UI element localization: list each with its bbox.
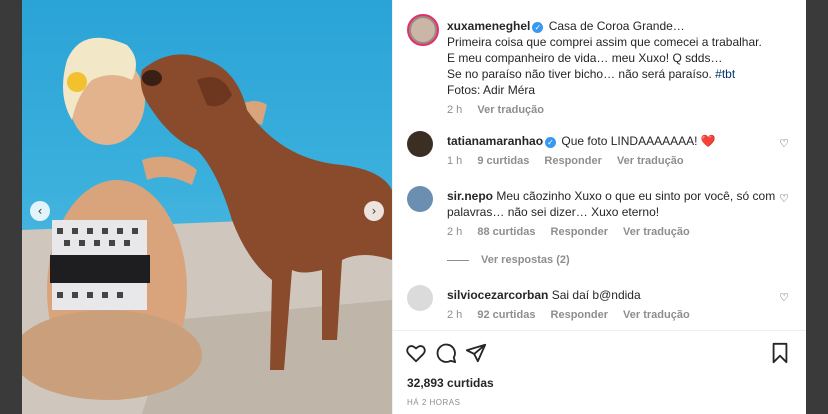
avatar[interactable] <box>407 131 433 157</box>
comment-time: 2 h <box>447 309 463 321</box>
comment-text-block: silviocezarcorban Sai daí b@ndida 2 h 92… <box>447 287 777 323</box>
comments-panel: xuxameneghel ✓ Casa de Coroa Grande… Prim… <box>392 0 806 414</box>
photo-illustration <box>22 0 392 414</box>
caption-line-4: Se no paraíso não tiver bicho… não será … <box>447 67 712 81</box>
comment-likes[interactable]: 9 curtidas <box>477 155 529 167</box>
post-modal: ‹ › xuxameneghel ✓ Casa de Coroa Grande… … <box>22 0 806 414</box>
divider <box>447 259 469 261</box>
comment-meta: 1 h 9 curtidas Responder Ver tradução <box>447 153 777 169</box>
send-icon[interactable] <box>465 342 487 364</box>
divider <box>393 330 806 331</box>
hashtag-link[interactable]: #tbt <box>715 67 735 81</box>
comment-text-block: tatianamaranhao ✓ Que foto LINDAAAAAAA! ❤… <box>447 133 777 169</box>
heart-icon[interactable] <box>405 342 427 364</box>
avatar[interactable] <box>407 14 439 46</box>
translate-link[interactable]: Ver tradução <box>617 155 684 167</box>
translate-link[interactable]: Ver tradução <box>623 226 690 238</box>
heart-icon[interactable]: ♡ <box>779 137 789 150</box>
comment-time: 2 h <box>447 226 463 238</box>
reply-button[interactable]: Responder <box>544 155 601 167</box>
comment-meta: 2 h 92 curtidas Responder Ver tradução <box>447 307 777 323</box>
chevron-left-icon[interactable]: ‹ <box>30 201 50 221</box>
comment-username[interactable]: sir.nepo <box>447 189 493 203</box>
caption-line-3: E meu companheiro de vida… meu Xuxo! Q s… <box>447 51 723 65</box>
comment-meta: 2 h 88 curtidas Responder Ver tradução <box>447 224 777 240</box>
comment-body: Meu cãozinho Xuxo o que eu sinto por voc… <box>447 189 776 219</box>
action-bar <box>405 342 795 366</box>
left-frame <box>0 0 22 414</box>
comment-time: 1 h <box>447 155 463 167</box>
reply-button[interactable]: Responder <box>551 226 608 238</box>
verified-icon: ✓ <box>545 137 557 148</box>
verified-icon: ✓ <box>532 22 544 33</box>
comment-icon[interactable] <box>435 342 457 364</box>
view-replies-label: Ver respostas (2) <box>481 254 570 266</box>
likes-count[interactable]: 32,893 curtidas <box>407 376 494 390</box>
comment-likes[interactable]: 92 curtidas <box>477 309 535 321</box>
comment-username[interactable]: tatianamaranhao <box>447 134 543 148</box>
translate-link[interactable]: Ver tradução <box>477 104 544 116</box>
caption-meta: 2 h Ver tradução <box>447 102 797 118</box>
comment-body: Que foto LINDAAAAAAA! ❤️ <box>561 134 716 148</box>
comment-body: Sai daí b@ndida <box>551 288 641 302</box>
comment-username[interactable]: silviocezarcorban <box>447 288 548 302</box>
post-image: ‹ › <box>22 0 392 414</box>
post-timestamp: HÁ 2 HORAS <box>407 398 461 407</box>
reply-button[interactable]: Responder <box>551 309 608 321</box>
caption-line-1: Casa de Coroa Grande… <box>548 19 685 33</box>
avatar[interactable] <box>407 285 433 311</box>
caption-username[interactable]: xuxameneghel <box>447 19 530 33</box>
chevron-right-icon[interactable]: › <box>364 201 384 221</box>
view-replies-button[interactable]: Ver respostas (2) <box>447 254 570 266</box>
caption-time: 2 h <box>447 104 463 116</box>
comment-text-block: sir.nepo Meu cãozinho Xuxo o que eu sint… <box>447 188 777 240</box>
avatar[interactable] <box>407 186 433 212</box>
heart-icon[interactable]: ♡ <box>779 192 789 205</box>
right-frame <box>806 0 828 414</box>
translate-link[interactable]: Ver tradução <box>623 309 690 321</box>
heart-icon[interactable]: ♡ <box>779 291 789 304</box>
caption-line-5: Fotos: Adir Méra <box>447 83 536 97</box>
caption-line-2: Primeira coisa que comprei assim que com… <box>447 35 762 49</box>
caption-text: xuxameneghel ✓ Casa de Coroa Grande… Prim… <box>447 18 797 118</box>
bookmark-icon[interactable] <box>769 342 791 364</box>
comment-likes[interactable]: 88 curtidas <box>477 226 535 238</box>
